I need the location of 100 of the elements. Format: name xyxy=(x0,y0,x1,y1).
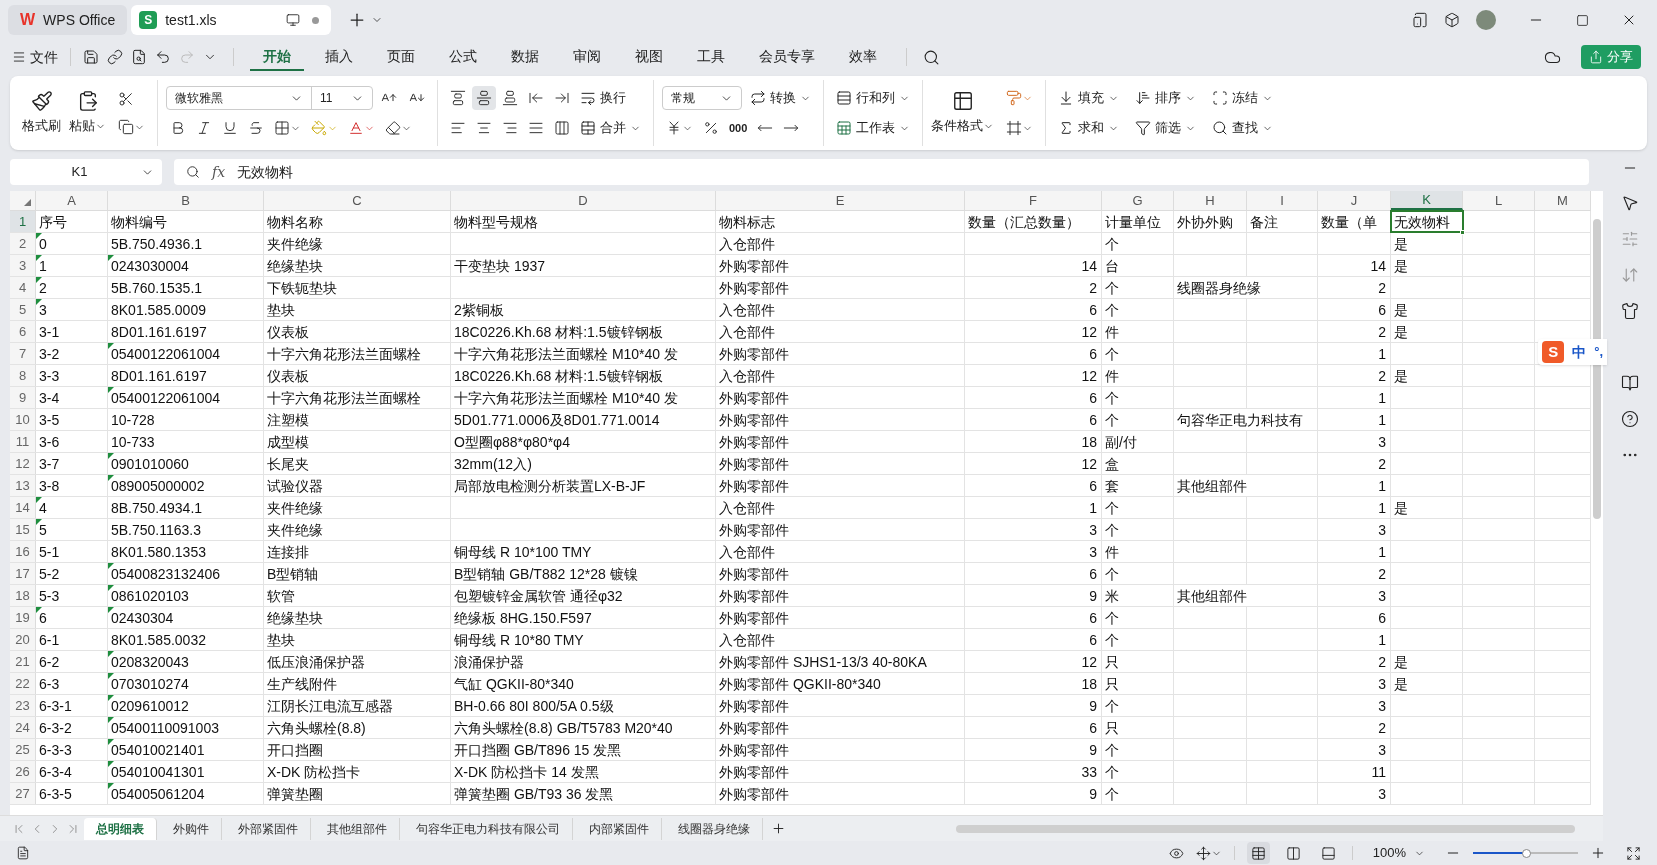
thousands-button[interactable]: 000 xyxy=(725,116,752,140)
row-header[interactable]: 20 xyxy=(10,629,36,650)
number-format-select[interactable]: 常规 xyxy=(662,86,742,110)
ribbon-tab[interactable]: 审阅 xyxy=(560,43,614,71)
row-header[interactable]: 14 xyxy=(10,497,36,518)
file-menu[interactable]: 文件 xyxy=(12,46,58,68)
row-header[interactable]: 23 xyxy=(10,695,36,716)
rows-columns-button[interactable]: 行和列 xyxy=(832,86,914,110)
row-header[interactable]: 16 xyxy=(10,541,36,562)
sort-button[interactable]: 排序 xyxy=(1131,86,1200,110)
document-icon[interactable] xyxy=(16,846,30,860)
zoom-in-icon[interactable] xyxy=(1590,845,1606,861)
save-icon[interactable] xyxy=(83,49,99,65)
move-icon[interactable] xyxy=(1195,845,1211,861)
sheet-tab[interactable]: 外购件 xyxy=(161,817,222,840)
ribbon-tab[interactable]: 视图 xyxy=(622,43,676,71)
app-tab[interactable]: W WPS Office xyxy=(8,5,128,35)
column-header[interactable]: K xyxy=(1391,191,1463,210)
row-header[interactable]: 15 xyxy=(10,519,36,540)
row-header[interactable]: 10 xyxy=(10,409,36,430)
column-header[interactable]: L xyxy=(1463,191,1535,210)
horizontal-scrollbar[interactable] xyxy=(956,824,1575,833)
sheet-tab[interactable]: 内部紧固件 xyxy=(577,817,662,840)
monitor-icon[interactable] xyxy=(286,13,301,27)
fill-handle[interactable] xyxy=(1460,230,1465,235)
column-header[interactable]: I xyxy=(1247,191,1318,210)
column-header[interactable]: C xyxy=(264,191,451,210)
row-header[interactable]: 9 xyxy=(10,387,36,408)
fullscreen-icon[interactable] xyxy=(1626,845,1641,861)
merge-button[interactable]: 合并 xyxy=(576,116,645,140)
row-header[interactable]: 2 xyxy=(10,233,36,254)
conditional-format-button[interactable]: 条件格式 xyxy=(931,90,994,136)
column-header[interactable]: D xyxy=(451,191,716,210)
formula-field[interactable]: 无效物料 xyxy=(237,161,1577,183)
sheet-tab[interactable]: 句容华正电力科技有限公司 xyxy=(404,817,573,840)
fill-button[interactable]: 填充 xyxy=(1054,86,1123,110)
document-tab[interactable]: S test1.xls xyxy=(131,5,332,35)
sheet-tab[interactable]: 外部紧固件 xyxy=(226,817,311,840)
sum-button[interactable]: 求和 xyxy=(1054,116,1123,140)
row-header[interactable]: 1 xyxy=(10,211,36,232)
undo-icon[interactable] xyxy=(155,49,171,65)
maximize-icon[interactable] xyxy=(1576,13,1589,27)
freeze-button[interactable]: 冻结 xyxy=(1208,86,1277,110)
zoom-slider[interactable] xyxy=(1473,848,1578,858)
row-header[interactable]: 6 xyxy=(10,321,36,342)
column-header[interactable]: A xyxy=(36,191,108,210)
ribbon-tab[interactable]: 开始 xyxy=(250,43,304,71)
worksheet-button[interactable]: 工作表 xyxy=(832,116,914,140)
row-header[interactable]: 26 xyxy=(10,761,36,782)
view-mode-button[interactable] xyxy=(1246,842,1270,864)
find-button[interactable]: 查找 xyxy=(1208,116,1277,140)
pointer-icon[interactable] xyxy=(1621,194,1639,212)
row-header[interactable]: 25 xyxy=(10,739,36,760)
search-icon[interactable] xyxy=(923,48,940,66)
format-painter-button[interactable]: 格式刷 xyxy=(22,90,61,136)
column-header[interactable]: B xyxy=(108,191,264,210)
vertical-align-button[interactable] xyxy=(472,86,496,110)
column-header[interactable]: H xyxy=(1174,191,1247,210)
row-header[interactable]: 19 xyxy=(10,607,36,628)
ribbon-tab[interactable]: 效率 xyxy=(836,43,890,71)
device-icon[interactable] xyxy=(1412,12,1428,28)
sheet-tab[interactable]: 总明细表 xyxy=(84,817,157,840)
cube-icon[interactable] xyxy=(1444,12,1460,28)
row-header[interactable]: 13 xyxy=(10,475,36,496)
avatar[interactable] xyxy=(1476,10,1496,30)
row-header[interactable]: 5 xyxy=(10,299,36,320)
convert-button[interactable]: 转换 xyxy=(746,86,815,110)
function-label[interactable]: fx xyxy=(212,161,226,183)
filter-button[interactable]: 筛选 xyxy=(1131,116,1200,140)
link-icon[interactable] xyxy=(107,49,123,65)
add-sheet-icon[interactable] xyxy=(771,821,786,836)
ribbon-tab[interactable]: 公式 xyxy=(436,43,490,71)
row-header[interactable]: 3 xyxy=(10,255,36,276)
ribbon-tab[interactable]: 数据 xyxy=(498,43,552,71)
row-header[interactable]: 8 xyxy=(10,365,36,386)
book-icon[interactable] xyxy=(1621,374,1639,392)
search-icon[interactable] xyxy=(186,165,200,179)
column-header[interactable]: F xyxy=(965,191,1102,210)
ribbon-tab[interactable]: 工具 xyxy=(684,43,738,71)
ribbon-tab[interactable]: 页面 xyxy=(374,43,428,71)
ribbon-tab[interactable]: 会员专享 xyxy=(746,43,828,71)
row-header[interactable]: 22 xyxy=(10,673,36,694)
row-header[interactable]: 11 xyxy=(10,431,36,452)
row-header[interactable]: 21 xyxy=(10,651,36,672)
sheet-tab[interactable]: 线圈器身绝缘 xyxy=(666,817,763,840)
preview-icon[interactable] xyxy=(131,49,147,65)
row-header[interactable]: 7 xyxy=(10,343,36,364)
wrap-text-button[interactable]: 换行 xyxy=(576,86,630,110)
row-header[interactable]: 12 xyxy=(10,453,36,474)
sheet-tab[interactable]: 其他组部件 xyxy=(315,817,400,840)
column-header[interactable]: G xyxy=(1102,191,1174,210)
row-header[interactable]: 27 xyxy=(10,783,36,804)
row-header[interactable]: 17 xyxy=(10,563,36,584)
help-icon[interactable] xyxy=(1621,410,1639,428)
shirt-icon[interactable] xyxy=(1621,302,1639,320)
row-header[interactable]: 18 xyxy=(10,585,36,606)
row-header[interactable]: 4 xyxy=(10,277,36,298)
column-header[interactable]: E xyxy=(716,191,965,210)
zoom-select[interactable]: 100% xyxy=(1364,843,1433,863)
eye-icon[interactable] xyxy=(1168,845,1184,861)
